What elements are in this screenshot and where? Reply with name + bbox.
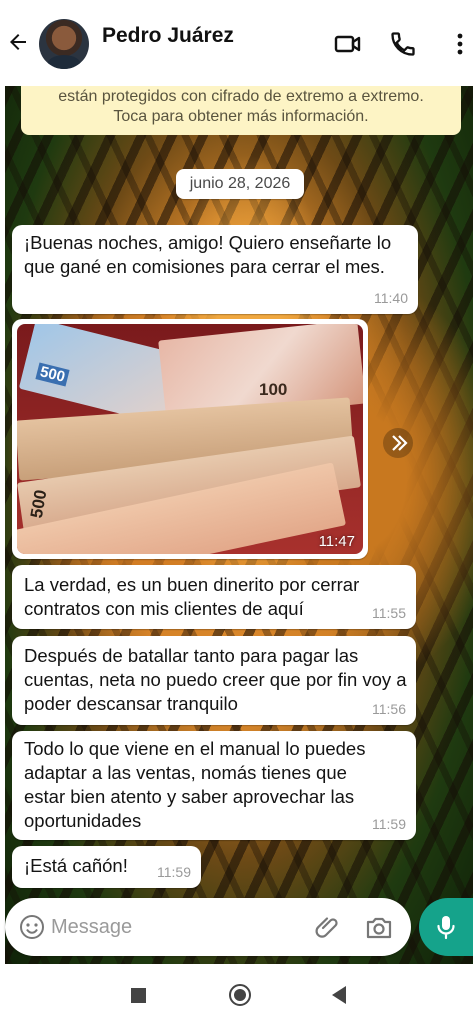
contact-name[interactable]: Pedro Juárez [102, 24, 234, 48]
avatar[interactable] [39, 19, 89, 69]
recents-button[interactable] [131, 988, 146, 1003]
message-bubble[interactable]: Todo lo que viene en el manual lo puedes… [12, 731, 416, 840]
banknotes-photo[interactable]: 500 100 500 11:47 [17, 324, 363, 554]
mic-button[interactable] [419, 898, 473, 956]
message-time: 11:40 [374, 290, 408, 306]
message-time: 11:56 [372, 701, 406, 717]
message-bubble[interactable]: ¡Está cañón! 11:59 [12, 846, 201, 888]
message-composer [5, 898, 411, 956]
message-bubble[interactable]: ¡Buenas noches, amigo! Quiero enseñarte … [12, 225, 418, 314]
message-input[interactable] [51, 912, 291, 942]
chat-header: Pedro Juárez [0, 0, 473, 86]
message-time: 11:55 [372, 605, 406, 621]
encryption-line-1: están protegidos con cifrado de extremo … [58, 88, 424, 105]
encryption-line-2: Toca para obtener más información. [113, 108, 369, 125]
system-navigation-bar [0, 964, 473, 1024]
message-text: Todo lo que viene en el manual lo puedes… [24, 738, 366, 831]
message-time: 11:59 [372, 816, 406, 832]
banknote-denomination: 100 [259, 380, 288, 399]
message-time: 11:59 [157, 864, 191, 880]
message-bubble[interactable]: Después de batallar tanto para pagar las… [12, 636, 416, 725]
home-button[interactable] [229, 984, 251, 1006]
encryption-notice[interactable]: están protegidos con cifrado de extremo … [21, 86, 461, 135]
phone-icon[interactable] [389, 30, 417, 58]
back-arrow-icon[interactable] [6, 30, 30, 54]
forward-icon [392, 435, 408, 451]
attach-icon[interactable] [315, 914, 341, 940]
date-chip: junio 28, 2026 [176, 169, 304, 199]
message-text: ¡Buenas noches, amigo! Quiero enseñarte … [24, 232, 392, 277]
emoji-icon[interactable] [19, 914, 45, 940]
video-call-icon[interactable] [334, 30, 362, 58]
more-vert-icon[interactable] [446, 30, 473, 58]
message-time: 11:47 [318, 533, 355, 550]
forward-button[interactable] [383, 428, 413, 458]
message-text: Después de batallar tanto para pagar las… [24, 645, 407, 714]
back-button[interactable] [332, 986, 346, 1004]
camera-icon[interactable] [365, 914, 393, 940]
message-bubble[interactable]: La verdad, es un buen dinerito por cerra… [12, 565, 416, 629]
mic-icon [437, 916, 455, 940]
image-message[interactable]: 500 100 500 11:47 [12, 319, 368, 559]
message-text: La verdad, es un buen dinerito por cerra… [24, 574, 360, 619]
